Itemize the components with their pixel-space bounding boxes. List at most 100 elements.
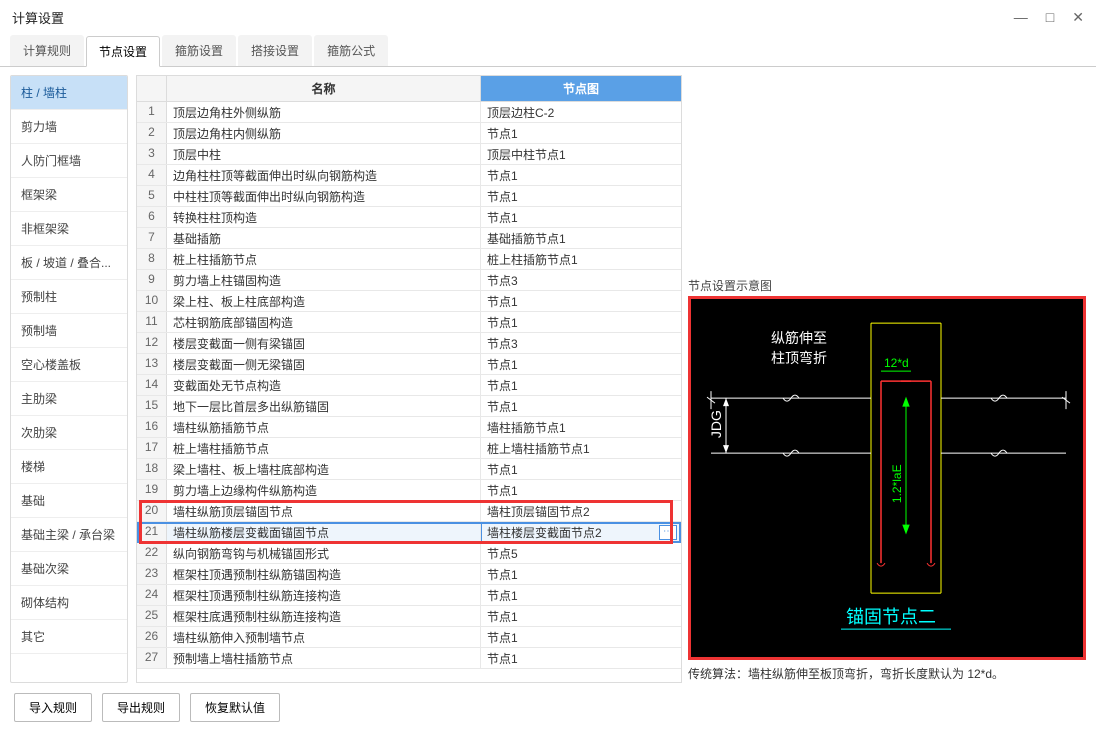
table-row[interactable]: 6转换柱柱顶构造节点1 (137, 207, 681, 228)
table-row[interactable]: 18梁上墙柱、板上墙柱底部构造节点1 (137, 459, 681, 480)
row-number: 10 (137, 291, 167, 311)
sidebar-item-11[interactable]: 楼梯 (11, 450, 127, 484)
row-node[interactable]: 节点1 (481, 648, 681, 668)
table-row[interactable]: 22纵向钢筋弯钩与机械锚固形式节点5 (137, 543, 681, 564)
sidebar-item-9[interactable]: 主肋梁 (11, 382, 127, 416)
node-picker-button[interactable]: ⋯ (659, 525, 677, 540)
table-row[interactable]: 19剪力墙上边缘构件纵筋构造节点1 (137, 480, 681, 501)
row-node[interactable]: 节点1 (481, 207, 681, 227)
sidebar-item-16[interactable]: 其它 (11, 620, 127, 654)
table-row[interactable]: 20墙柱纵筋顶层锚固节点墙柱顶层锚固节点2 (137, 501, 681, 522)
export-rules-button[interactable]: 导出规则 (102, 693, 180, 722)
row-number: 23 (137, 564, 167, 584)
table-row[interactable]: 23框架柱顶遇预制柱纵筋锚固构造节点1 (137, 564, 681, 585)
table-row[interactable]: 24框架柱顶遇预制柱纵筋连接构造节点1 (137, 585, 681, 606)
row-node[interactable]: 节点1 (481, 396, 681, 416)
row-name: 顶层边角柱外侧纵筋 (167, 102, 481, 122)
row-node[interactable]: 节点1 (481, 312, 681, 332)
tab-3[interactable]: 搭接设置 (238, 35, 312, 66)
row-node[interactable]: 基础插筋节点1 (481, 228, 681, 248)
sidebar-item-8[interactable]: 空心楼盖板 (11, 348, 127, 382)
annot-jdg: JDG (708, 410, 724, 438)
import-rules-button[interactable]: 导入规则 (14, 693, 92, 722)
table-row[interactable]: 21墙柱纵筋楼层变截面锚固节点墙柱楼层变截面节点2⋯ (137, 522, 681, 543)
table-row[interactable]: 9剪力墙上柱锚固构造节点3 (137, 270, 681, 291)
table-row[interactable]: 1顶层边角柱外侧纵筋顶层边柱C-2 (137, 102, 681, 123)
tab-1[interactable]: 节点设置 (86, 36, 160, 67)
row-node[interactable]: 节点1 (481, 564, 681, 584)
row-number: 25 (137, 606, 167, 626)
table-row[interactable]: 8桩上柱插筋节点桩上柱插筋节点1 (137, 249, 681, 270)
sidebar-item-3[interactable]: 框架梁 (11, 178, 127, 212)
row-number: 13 (137, 354, 167, 374)
reset-defaults-button[interactable]: 恢复默认值 (190, 693, 280, 722)
table-row[interactable]: 14变截面处无节点构造节点1 (137, 375, 681, 396)
row-node[interactable]: 节点3 (481, 270, 681, 290)
row-node[interactable]: 墙柱插筋节点1 (481, 417, 681, 437)
sidebar-item-2[interactable]: 人防门框墙 (11, 144, 127, 178)
table-row[interactable]: 25框架柱底遇预制柱纵筋连接构造节点1 (137, 606, 681, 627)
tab-4[interactable]: 箍筋公式 (314, 35, 388, 66)
row-node[interactable]: 节点5 (481, 543, 681, 563)
table-row[interactable]: 13楼层变截面一侧无梁锚固节点1 (137, 354, 681, 375)
table-row[interactable]: 11芯柱钢筋底部锚固构造节点1 (137, 312, 681, 333)
row-node[interactable]: 节点1 (481, 480, 681, 500)
tab-0[interactable]: 计算规则 (10, 35, 84, 66)
row-number: 26 (137, 627, 167, 647)
row-node[interactable]: 桩上柱插筋节点1 (481, 249, 681, 269)
sidebar-item-0[interactable]: 柱 / 墙柱 (11, 76, 127, 110)
table-row[interactable]: 12楼层变截面一侧有梁锚固节点3 (137, 333, 681, 354)
sidebar-item-10[interactable]: 次肋梁 (11, 416, 127, 450)
row-node[interactable]: 节点1 (481, 354, 681, 374)
sidebar-item-15[interactable]: 砌体结构 (11, 586, 127, 620)
close-icon[interactable]: ✕ (1072, 9, 1084, 26)
row-node[interactable]: 节点1 (481, 585, 681, 605)
row-node[interactable]: 节点3 (481, 333, 681, 353)
row-node[interactable]: 节点1 (481, 123, 681, 143)
row-number: 7 (137, 228, 167, 248)
sidebar-item-14[interactable]: 基础次梁 (11, 552, 127, 586)
table-row[interactable]: 27预制墙上墙柱插筋节点节点1 (137, 648, 681, 669)
row-node[interactable]: 墙柱顶层锚固节点2 (481, 501, 681, 521)
table-row[interactable]: 7基础插筋基础插筋节点1 (137, 228, 681, 249)
row-node[interactable]: 节点1 (481, 606, 681, 626)
row-node[interactable]: 节点1 (481, 459, 681, 479)
maximize-icon[interactable]: □ (1046, 9, 1054, 26)
sidebar-item-5[interactable]: 板 / 坡道 / 叠合... (11, 246, 127, 280)
row-name: 框架柱顶遇预制柱纵筋锚固构造 (167, 564, 481, 584)
row-name: 楼层变截面一侧有梁锚固 (167, 333, 481, 353)
row-node[interactable]: 墙柱楼层变截面节点2⋯ (481, 522, 681, 542)
row-node[interactable]: 节点1 (481, 627, 681, 647)
table-row[interactable]: 5中柱柱顶等截面伸出时纵向钢筋构造节点1 (137, 186, 681, 207)
diagram-text2: 柱顶弯折 (771, 350, 827, 366)
sidebar-item-6[interactable]: 预制柱 (11, 280, 127, 314)
row-node[interactable]: 节点1 (481, 375, 681, 395)
sidebar-item-7[interactable]: 预制墙 (11, 314, 127, 348)
annot-12lae: 1.2*laE (890, 464, 904, 503)
table-row[interactable]: 26墙柱纵筋伸入预制墙节点节点1 (137, 627, 681, 648)
table-row[interactable]: 10梁上柱、板上柱底部构造节点1 (137, 291, 681, 312)
row-node[interactable]: 顶层中柱节点1 (481, 144, 681, 164)
row-name: 框架柱顶遇预制柱纵筋连接构造 (167, 585, 481, 605)
sidebar-item-12[interactable]: 基础 (11, 484, 127, 518)
table-row[interactable]: 15地下一层比首层多出纵筋锚固节点1 (137, 396, 681, 417)
row-node[interactable]: 桩上墙柱插筋节点1 (481, 438, 681, 458)
sidebar-item-1[interactable]: 剪力墙 (11, 110, 127, 144)
col-header-node: 节点图 (481, 76, 681, 101)
table-row[interactable]: 17桩上墙柱插筋节点桩上墙柱插筋节点1 (137, 438, 681, 459)
table-row[interactable]: 16墙柱纵筋插筋节点墙柱插筋节点1 (137, 417, 681, 438)
row-name: 桩上柱插筋节点 (167, 249, 481, 269)
sidebar-item-13[interactable]: 基础主梁 / 承台梁 (11, 518, 127, 552)
tab-2[interactable]: 箍筋设置 (162, 35, 236, 66)
row-node[interactable]: 节点1 (481, 165, 681, 185)
row-number: 11 (137, 312, 167, 332)
row-node[interactable]: 节点1 (481, 291, 681, 311)
minimize-icon[interactable]: — (1014, 9, 1028, 26)
row-node[interactable]: 节点1 (481, 186, 681, 206)
sidebar-item-4[interactable]: 非框架梁 (11, 212, 127, 246)
row-node[interactable]: 顶层边柱C-2 (481, 102, 681, 122)
table-row[interactable]: 2顶层边角柱内侧纵筋节点1 (137, 123, 681, 144)
table-row[interactable]: 3顶层中柱顶层中柱节点1 (137, 144, 681, 165)
row-name: 墙柱纵筋楼层变截面锚固节点 (167, 522, 481, 542)
table-row[interactable]: 4边角柱柱顶等截面伸出时纵向钢筋构造节点1 (137, 165, 681, 186)
